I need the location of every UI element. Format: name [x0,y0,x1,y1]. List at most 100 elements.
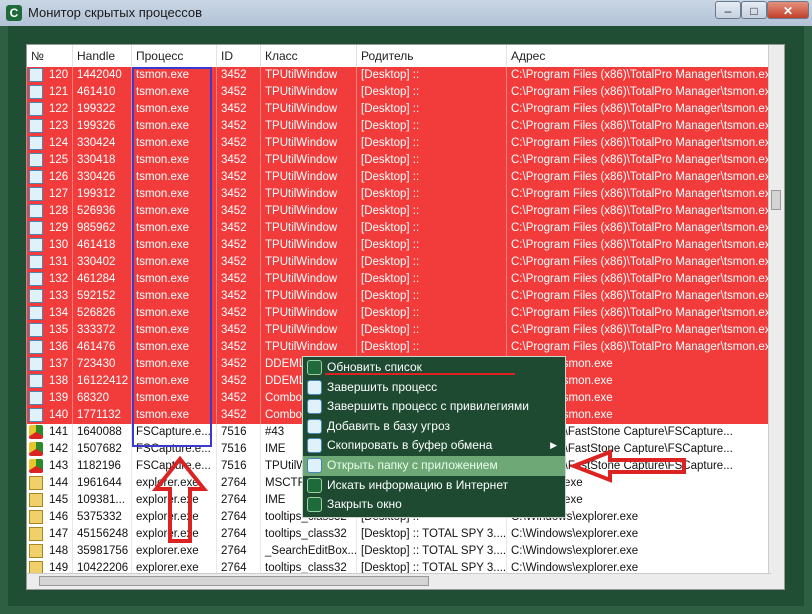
cell-n: 143 [45,458,73,475]
column-header[interactable]: Родитель [357,45,507,67]
vertical-scroll-thumb[interactable] [771,190,781,210]
cell-cls: TPUtilWindow [261,101,357,118]
cell-id: 3452 [217,356,261,373]
table-row[interactable]: 134 526826 tsmon.exe 3452 TPUtilWindow [Deskt… [27,305,771,322]
cell-addr: C:\Windows\explorer.exe [507,543,771,560]
window-icon [29,391,43,405]
submenu-arrow-icon: ▶ [550,440,557,451]
table-row[interactable]: 130 461418 tsmon.exe 3452 TPUtilWindow [Deskt… [27,237,771,254]
window-icon [29,408,43,422]
cell-proc: tsmon.exe [132,67,217,84]
table-row[interactable]: 136 461476 tsmon.exe 3452 TPUtilWindow [Deskt… [27,339,771,356]
cell-addr: C:\Program Files (x86)\TotalPro Manager\… [507,237,771,254]
cell-handle: 5375332 [73,509,132,526]
column-header[interactable]: ID [217,45,261,67]
cell-parent: [Desktop] :: [357,135,507,152]
horizontal-scroll-thumb[interactable] [39,576,429,586]
cell-handle: 461284 [73,271,132,288]
explorer-icon [29,527,43,541]
maximize-button[interactable]: □ [741,1,767,19]
cell-proc: tsmon.exe [132,356,217,373]
cell-handle: 199326 [73,118,132,135]
menu-item[interactable]: Добавить в базу угроз [303,417,565,437]
cell-handle: 1442040 [73,67,132,84]
menu-item[interactable]: Скопировать в буфер обмена ▶ [303,436,565,456]
cell-id: 7516 [217,441,261,458]
cell-proc: tsmon.exe [132,373,217,390]
menu-item-label: Скопировать в буфер обмена [327,438,493,453]
table-row[interactable]: 128 526936 tsmon.exe 3452 TPUtilWindow [Deskt… [27,203,771,220]
app-icon [307,497,322,513]
cell-handle: 1640088 [73,424,132,441]
table-row[interactable]: 126 330426 tsmon.exe 3452 TPUtilWindow [Deskt… [27,169,771,186]
table-row[interactable]: 127 199312 tsmon.exe 3452 TPUtilWindow [Deskt… [27,186,771,203]
window-icon [29,170,43,184]
cell-addr: C:\Program Files (x86)\TotalPro Manager\… [507,254,771,271]
cell-proc: FSCapture.e... [132,424,217,441]
cell-addr: C:\Windows\explorer.exe [507,526,771,543]
context-menu: Закрыть окно Искать информацию в Интернет… [302,356,566,518]
cell-n: 139 [45,390,73,407]
table-row[interactable]: 147 45156248 explorer.exe 2764 tooltips_clas… [27,526,771,543]
cell-proc: explorer.exe [132,526,217,543]
menu-item[interactable]: Завершить процесс с привилегиями [303,397,565,417]
table-row[interactable]: 121 461410 tsmon.exe 3452 TPUtilWindow [Deskt… [27,84,771,101]
table-row[interactable]: 122 199322 tsmon.exe 3452 TPUtilWindow [Deskt… [27,101,771,118]
column-header[interactable]: Процесс [132,45,217,67]
cell-cls: TPUtilWindow [261,271,357,288]
window-icon [29,153,43,167]
cell-proc: tsmon.exe [132,118,217,135]
cell-proc: tsmon.exe [132,390,217,407]
cell-proc: explorer.exe [132,509,217,526]
menu-item[interactable]: Искать информацию в Интернет [303,476,565,496]
table-row[interactable]: 129 985962 tsmon.exe 3452 TPUtilWindow [Deskt… [27,220,771,237]
cell-cls: TPUtilWindow [261,118,357,135]
cell-proc: tsmon.exe [132,322,217,339]
menu-item[interactable]: Открыть папку с приложением [303,456,565,476]
cell-n: 135 [45,322,73,339]
cell-cls: TPUtilWindow [261,305,357,322]
cell-id: 3452 [217,101,261,118]
table-row[interactable]: 123 199326 tsmon.exe 3452 TPUtilWindow [Deskt… [27,118,771,135]
menu-item-label: Завершить процесс с привилегиями [327,399,530,414]
cell-id: 3452 [217,186,261,203]
table-row[interactable]: 120 1442040 tsmon.exe 3452 TPUtilWindow [Desk… [27,67,771,84]
app-icon: C [6,5,22,21]
table-row[interactable]: 132 461284 tsmon.exe 3452 TPUtilWindow [Deskt… [27,271,771,288]
menu-item[interactable]: Закрыть окно [303,495,565,515]
window-icon [29,204,43,218]
cell-proc: tsmon.exe [132,203,217,220]
table-row[interactable]: 124 330424 tsmon.exe 3452 TPUtilWindow [Deskt… [27,135,771,152]
close-button[interactable]: ✕ [767,1,809,19]
table-row[interactable]: 133 592152 tsmon.exe 3452 TPUtilWindow [Deskt… [27,288,771,305]
table-row[interactable]: 131 330402 tsmon.exe 3452 TPUtilWindow [Deskt… [27,254,771,271]
column-header[interactable]: Класс [261,45,357,67]
window-icon [307,399,322,415]
cell-n: 141 [45,424,73,441]
horizontal-scrollbar[interactable] [27,573,771,589]
cell-n: 133 [45,288,73,305]
column-header[interactable]: № [27,45,73,67]
table-row[interactable]: 125 330418 tsmon.exe 3452 TPUtilWindow [Deskt… [27,152,771,169]
table-row[interactable]: 135 333372 tsmon.exe 3452 TPUtilWindow [Deskt… [27,322,771,339]
cell-handle: 35981756 [73,543,132,560]
window-icon [29,323,43,337]
title-bar[interactable]: C Монитор скрытых процессов – □ ✕ [0,0,812,26]
cell-parent: [Desktop] :: [357,84,507,101]
cell-handle: 1771132 [73,407,132,424]
cell-parent: [Desktop] :: [357,169,507,186]
vertical-scrollbar[interactable] [768,45,784,589]
menu-item[interactable]: Завершить процесс [303,378,565,398]
cell-addr: C:\Program Files (x86)\TotalPro Manager\… [507,220,771,237]
cell-handle: 330418 [73,152,132,169]
cell-handle: 723430 [73,356,132,373]
cell-n: 142 [45,441,73,458]
column-header[interactable]: Handle [73,45,132,67]
cell-addr: C:\Program Files (x86)\TotalPro Manager\… [507,271,771,288]
cell-addr: C:\Program Files (x86)\TotalPro Manager\… [507,84,771,101]
explorer-icon [29,493,43,507]
minimize-button[interactable]: – [715,1,741,19]
table-row[interactable]: 148 35981756 explorer.exe 2764 _SearchEditBo… [27,543,771,560]
column-header[interactable]: Адрес [507,45,771,67]
cell-id: 3452 [217,322,261,339]
